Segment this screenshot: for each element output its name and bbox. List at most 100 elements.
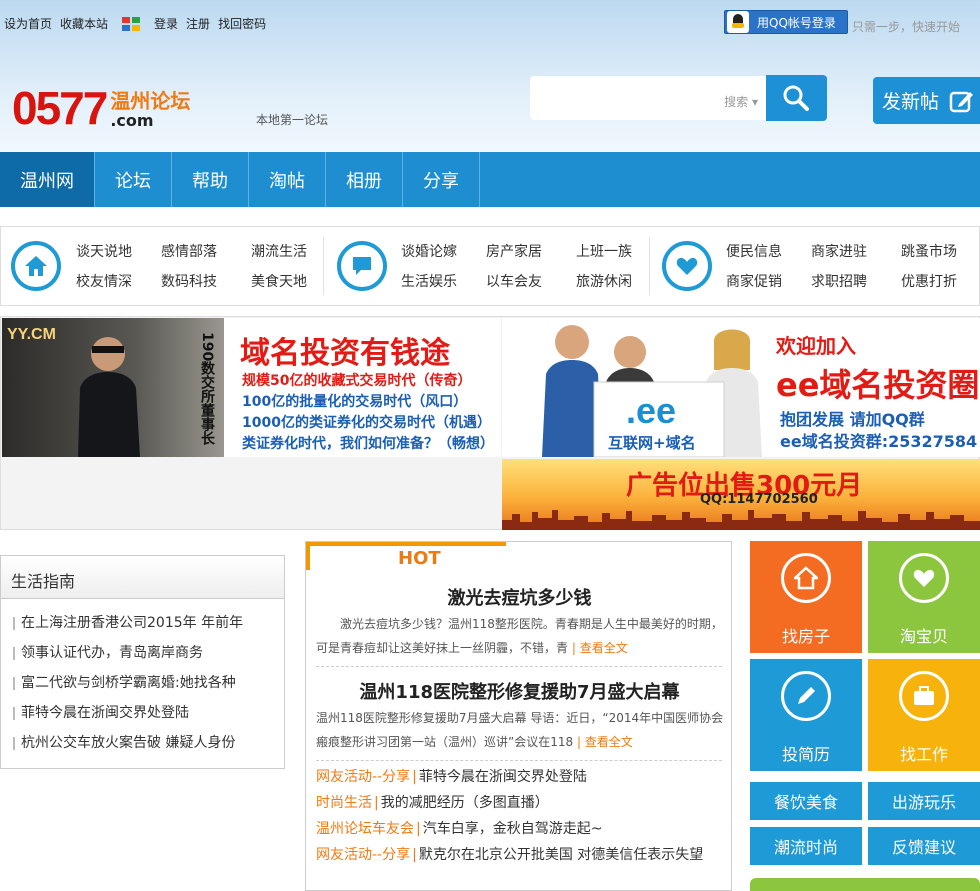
hot-panel: HOT 激光去痘坑多少钱 激光去痘坑多少钱？温州118整形医院。青春期是人生中最… <box>305 541 732 891</box>
main-nav: 温州网 论坛 帮助 淘帖 相册 分享 <box>0 152 980 207</box>
pencil-icon <box>781 671 831 721</box>
site-logo[interactable]: 0577 温州论坛 .com <box>12 82 191 134</box>
find-house-tile[interactable]: 找房子 <box>750 541 862 653</box>
house-icon <box>781 553 831 603</box>
bookmark-site-link[interactable]: 收藏本站 <box>60 15 108 32</box>
search-type-dropdown[interactable]: 搜索 ▾ <box>724 93 758 110</box>
home-category-icon <box>11 241 61 291</box>
banner1-title: 域名投资有钱途 <box>240 336 450 371</box>
cat-entertainment[interactable]: 生活娱乐 <box>401 271 457 291</box>
login-link[interactable]: 登录 <box>154 15 178 32</box>
register-link[interactable]: 注册 <box>186 15 210 32</box>
ee-domain-banner[interactable]: .ee 互联网+域名 欢迎加入 ee域名投资圈 抱团发展 请加QQ群 ee域名投… <box>502 318 980 457</box>
nav-item-album[interactable]: 相册 <box>326 152 403 207</box>
nav-item-wenzhou[interactable]: 温州网 <box>0 152 95 207</box>
cat-promotions[interactable]: 商家促销 <box>726 271 782 291</box>
ad-banners: YY.CM 190数交所董事长 域名投资有钱途 规模50亿的收藏式交易时代（传奇… <box>0 316 980 530</box>
list-item[interactable]: 时尚生活 | 我的减肥经历（多图直播） <box>316 792 549 812</box>
tile-partial <box>750 878 980 891</box>
city-skyline <box>502 510 980 530</box>
list-item[interactable]: 网友活动--分享 | 默克尔在北京公开批美国 对德美信任表示失望 <box>316 844 703 864</box>
fashion-tile[interactable]: 潮流时尚 <box>750 827 862 865</box>
search-input[interactable]: 搜索 ▾ <box>530 76 766 120</box>
logo-chinese: 温州论坛 <box>110 89 191 113</box>
cat-trend-life[interactable]: 潮流生活 <box>251 241 307 261</box>
list-item[interactable]: 富二代欲与剑桥学霸离婚:她找各种 <box>13 673 284 703</box>
speaker-title: 190数交所董事长 <box>199 332 215 446</box>
yy-brand: YY.CM <box>7 326 56 343</box>
briefcase-icon <box>899 671 949 721</box>
list-item[interactable]: 菲特今晨在浙闽交界处登陆 <box>13 703 284 733</box>
cat-office[interactable]: 上班一族 <box>576 241 632 261</box>
top-bar: 设为首页 收藏本站 登录 注册 找回密码 用QQ帐号登录 只需一步，快速开始 <box>0 0 980 46</box>
life-guide-title: 生活指南 <box>1 556 284 599</box>
hot-article-summary: 激光去痘坑多少钱？温州118整形医院。青春期是人生中最美好的时期，可是青春痘却让… <box>316 617 723 655</box>
read-more-link[interactable]: 查看全文 <box>580 641 628 655</box>
feedback-tile[interactable]: 反馈建议 <box>868 827 980 865</box>
leisure-tile[interactable]: 出游玩乐 <box>868 782 980 820</box>
cat-real-estate[interactable]: 房产家居 <box>486 241 542 261</box>
hot-article-title[interactable]: 温州118医院整形修复援助7月盛大启幕 <box>306 678 733 704</box>
top-links: 设为首页 收藏本站 登录 注册 找回密码 <box>4 15 266 32</box>
speaker-silhouette <box>78 337 140 457</box>
ad-for-sale-banner[interactable]: 广告位出售300元月 QQ:1147702560 <box>502 459 980 530</box>
cat-marriage[interactable]: 谈婚论嫁 <box>401 241 457 261</box>
qq-login-label: 用QQ帐号登录 <box>757 15 836 30</box>
heart-category-icon <box>662 241 712 291</box>
list-item[interactable]: 网友活动--分享 | 菲特今晨在浙闽交界处登陆 <box>316 766 587 786</box>
submit-resume-tile[interactable]: 投简历 <box>750 659 862 771</box>
multicolor-grid-icon <box>122 16 141 31</box>
life-guide-panel: 生活指南 在上海注册香港公司2015年 年前年 领事认证代办，青岛离岸商务 富二… <box>0 555 285 769</box>
cat-digital[interactable]: 数码科技 <box>161 271 217 291</box>
logo-domain: .com <box>110 111 154 130</box>
nav-item-share[interactable]: 分享 <box>403 152 480 207</box>
cat-food[interactable]: 美食天地 <box>251 271 307 291</box>
list-item[interactable]: 温州论坛车友会 | 汽车白享，金秋自驾游走起~ <box>316 818 602 838</box>
cat-chat[interactable]: 谈天说地 <box>76 241 132 261</box>
site-slogan: 本地第一论坛 <box>256 113 329 127</box>
search-icon <box>783 85 809 111</box>
chat-bubble-category-icon <box>337 241 387 291</box>
ad-sale-qq: QQ:1147702560 <box>700 492 818 507</box>
new-post-button[interactable]: 发新帖 <box>873 77 980 124</box>
list-item[interactable]: 领事认证代办，青岛离岸商务 <box>13 643 284 673</box>
hot-article-summary: 温州118医院整形修复援助7月盛大启幕 导语：近日，“2014年中国医师协会瘢痕… <box>316 711 724 749</box>
qq-penguin-icon <box>727 11 749 33</box>
dining-tile[interactable]: 餐饮美食 <box>750 782 862 820</box>
ee-sign-subtitle: 互联网+域名 <box>608 434 696 452</box>
cat-discounts[interactable]: 优惠打折 <box>901 271 957 291</box>
cat-emotion[interactable]: 感情部落 <box>161 241 217 261</box>
recover-password-link[interactable]: 找回密码 <box>218 15 266 32</box>
banner2-title: ee域名投资圈 <box>776 366 980 404</box>
category-panel: 谈天说地 感情部落 潮流生活 校友情深 数码科技 美食天地 谈婚论嫁 房产家居 … <box>0 226 980 306</box>
qq-login-hint: 只需一步，快速开始 <box>852 20 961 34</box>
edit-icon <box>949 91 974 112</box>
cat-flea-market[interactable]: 跳蚤市场 <box>901 241 957 261</box>
cat-jobs[interactable]: 求职招聘 <box>811 271 867 291</box>
hot-label: HOT <box>398 548 441 569</box>
banner2-welcome: 欢迎加入 <box>776 334 856 358</box>
set-homepage-link[interactable]: 设为首页 <box>4 15 52 32</box>
find-job-tile[interactable]: 找工作 <box>868 659 980 771</box>
nav-item-collections[interactable]: 淘帖 <box>249 152 326 207</box>
heart-icon <box>899 553 949 603</box>
list-item[interactable]: 杭州公交车放火案告破 嫌疑人身份 <box>13 733 284 763</box>
search-button[interactable] <box>766 75 827 121</box>
cat-alumni[interactable]: 校友情深 <box>76 271 132 291</box>
logo-number: 0577 <box>12 82 108 134</box>
nav-item-help[interactable]: 帮助 <box>172 152 249 207</box>
cat-merchant-join[interactable]: 商家进驻 <box>811 241 867 261</box>
hot-article-title[interactable]: 激光去痘坑多少钱 <box>306 584 733 610</box>
qq-login-button[interactable]: 用QQ帐号登录 <box>724 10 848 34</box>
nav-item-forum[interactable]: 论坛 <box>95 152 172 207</box>
shopping-tile[interactable]: 淘宝贝 <box>868 541 980 653</box>
domain-investment-banner[interactable]: YY.CM 190数交所董事长 域名投资有钱途 规模50亿的收藏式交易时代（传奇… <box>2 318 501 457</box>
new-post-label: 发新帖 <box>882 91 940 113</box>
banner2-line3: 抱团发展 请加QQ群 <box>780 410 925 429</box>
banner2-line4: ee域名投资群:25327584 <box>780 432 978 451</box>
cat-cars[interactable]: 以车会友 <box>486 271 542 291</box>
cat-travel[interactable]: 旅游休闲 <box>576 271 632 291</box>
cat-convenience[interactable]: 便民信息 <box>726 241 782 261</box>
list-item[interactable]: 在上海注册香港公司2015年 年前年 <box>13 613 284 643</box>
read-more-link[interactable]: 查看全文 <box>585 735 633 749</box>
